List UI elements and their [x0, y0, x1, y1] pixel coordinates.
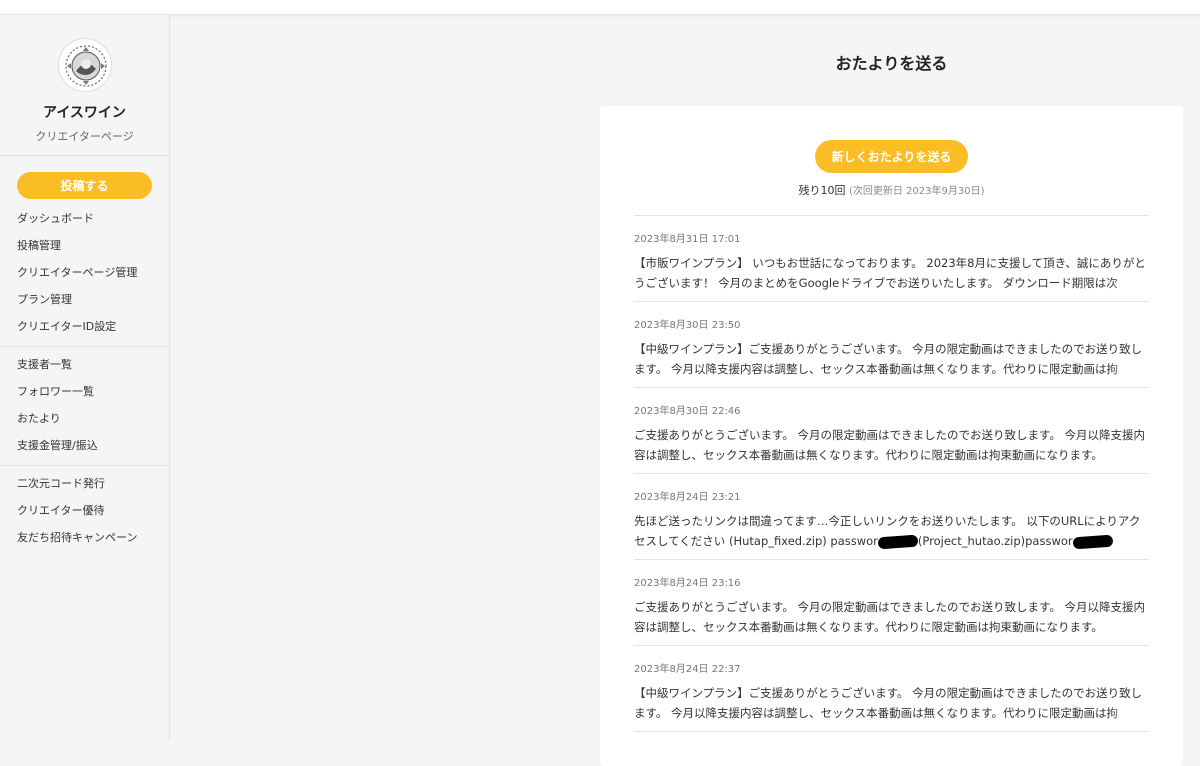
post-button[interactable]: 投稿する [17, 172, 152, 199]
list-item[interactable]: 2023年8月24日 22:37 【中級ワインプラン】ご支援ありがとうございます… [634, 646, 1149, 732]
list-item[interactable]: 2023年8月30日 23:50 【中級ワインプラン】ご支援ありがとうございます… [634, 302, 1149, 388]
remaining-count: 残り10回 (次回更新日 2023年9月30日) [600, 182, 1183, 198]
avatar-image [59, 40, 111, 91]
nav-group-supporters: 支援者一覧 フォロワー一覧 おたより 支援金管理/振込 [0, 347, 169, 466]
avatar[interactable] [57, 38, 112, 92]
sidebar: アイスワイン クリエイターページ 投稿する ダッシュボード 投稿管理 クリエイタ… [0, 15, 170, 741]
sidebar-item-creator-perks[interactable]: クリエイター優待 [0, 497, 169, 524]
message-date: 2023年8月30日 22:46 [634, 406, 741, 417]
letters-panel: 新しくおたよりを送る 残り10回 (次回更新日 2023年9月30日) 2023… [600, 106, 1183, 766]
next-update-date: (次回更新日 2023年9月30日) [848, 186, 985, 197]
message-text-part: (Project_hutao.zip)passwor [917, 534, 1073, 548]
sidebar-item-followers[interactable]: フォロワー一覧 [0, 378, 169, 405]
remaining-text: 残り10回 [798, 184, 846, 197]
list-item[interactable]: 2023年8月31日 17:01 【市販ワインプラン】 いつもお世話になっており… [634, 216, 1149, 302]
letters-list: 2023年8月31日 17:01 【市販ワインプラン】 いつもお世話になっており… [634, 215, 1149, 732]
nav-group-manage: ダッシュボード 投稿管理 クリエイターページ管理 プラン管理 クリエイターID設… [0, 205, 169, 347]
sidebar-item-posts[interactable]: 投稿管理 [0, 232, 169, 259]
top-header-bar [0, 0, 1200, 15]
sidebar-item-qr-code[interactable]: 二次元コード発行 [0, 470, 169, 497]
sidebar-item-creator-id[interactable]: クリエイターID設定 [0, 313, 169, 340]
creator-page-link[interactable]: クリエイターページ [0, 128, 169, 144]
message-preview: ご支援ありがとうございます。 今月の限定動画はできましたのでお送り致します。 今… [634, 597, 1149, 637]
redaction-mark [1072, 534, 1114, 549]
sidebar-item-dashboard[interactable]: ダッシュボード [0, 205, 169, 232]
sidebar-item-creator-page[interactable]: クリエイターページ管理 [0, 259, 169, 286]
message-preview: 【中級ワインプラン】ご支援ありがとうございます。 今月の限定動画はできましたので… [634, 683, 1149, 723]
list-item[interactable]: 2023年8月24日 23:16 ご支援ありがとうございます。 今月の限定動画は… [634, 560, 1149, 646]
creator-name[interactable]: アイスワイン [0, 102, 169, 122]
list-item[interactable]: 2023年8月24日 23:21 先ほど送ったリンクは間違ってます…今正しいリン… [634, 474, 1149, 560]
message-date: 2023年8月24日 23:21 [634, 492, 741, 503]
message-date: 2023年8月24日 22:37 [634, 664, 741, 675]
message-date: 2023年8月31日 17:01 [634, 234, 741, 245]
sidebar-item-supporters[interactable]: 支援者一覧 [0, 351, 169, 378]
message-preview: 【市販ワインプラン】 いつもお世話になっております。 2023年8月に支援して頂… [634, 253, 1149, 293]
sidebar-item-payouts[interactable]: 支援金管理/振込 [0, 432, 169, 459]
message-preview: 【中級ワインプラン】ご支援ありがとうございます。 今月の限定動画はできましたので… [634, 339, 1149, 379]
nav-group-other: 二次元コード発行 クリエイター優待 友だち招待キャンペーン [0, 466, 169, 557]
sidebar-item-letters[interactable]: おたより [0, 405, 169, 432]
new-letter-button[interactable]: 新しくおたよりを送る [815, 140, 968, 173]
creator-profile: アイスワイン クリエイターページ [0, 15, 169, 156]
message-date: 2023年8月30日 23:50 [634, 320, 741, 331]
page-title: おたよりを送る [835, 54, 948, 73]
sidebar-item-plans[interactable]: プラン管理 [0, 286, 169, 313]
message-preview: 先ほど送ったリンクは間違ってます…今正しいリンクをお送りいたします。 以下のUR… [634, 511, 1149, 551]
list-item[interactable]: 2023年8月30日 22:46 ご支援ありがとうございます。 今月の限定動画は… [634, 388, 1149, 474]
sidebar-item-invite-campaign[interactable]: 友だち招待キャンペーン [0, 524, 169, 551]
redaction-mark [877, 534, 919, 549]
message-preview: ご支援ありがとうございます。 今月の限定動画はできましたのでお送り致します。 今… [634, 425, 1149, 465]
message-date: 2023年8月24日 23:16 [634, 578, 741, 589]
